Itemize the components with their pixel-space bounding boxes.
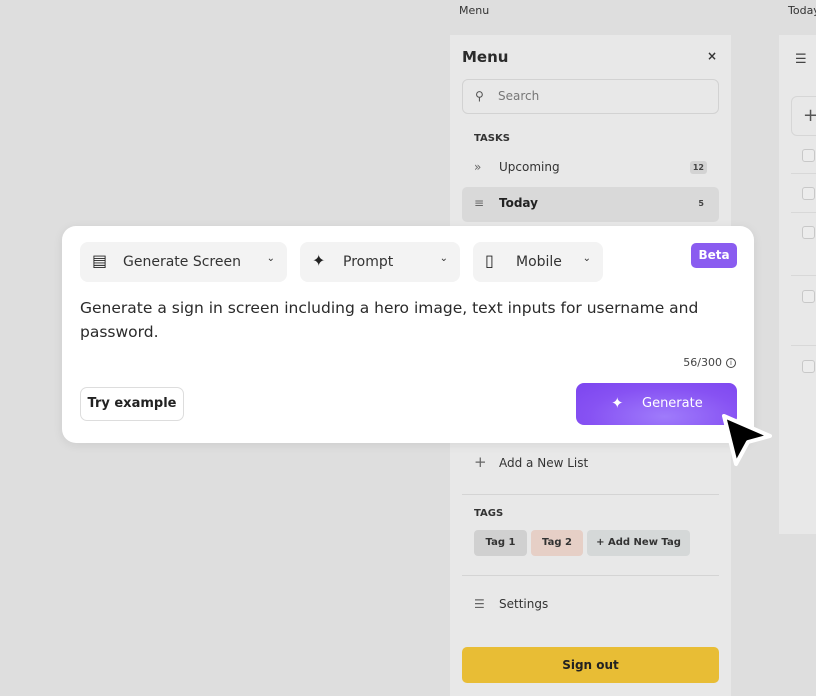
chevron-down-icon: ⌄ [439,253,448,264]
today-panel: ☰ + [779,35,816,534]
mode-dropdown[interactable]: ▤ Generate Screen ⌄ [80,242,287,282]
divider [791,173,816,174]
divider [791,212,816,213]
sparkle-icon: ✦ [611,394,624,412]
search-placeholder: Search [498,89,540,103]
frame-label-today: Today [788,4,816,17]
task-checkbox[interactable] [802,149,815,162]
char-counter: 56/300 i [683,356,736,369]
close-icon[interactable]: × [707,49,717,63]
generate-card: ▤ Generate Screen ⌄ ✦ Prompt ⌄ ▯ Mobile … [62,226,754,443]
generate-button[interactable]: ✦ Generate [576,383,737,425]
char-count: 56/300 [683,356,722,369]
tag-2[interactable]: Tag 2 [531,530,583,556]
add-new-tag-button[interactable]: + Add New Tag [587,530,690,556]
sidebar-item-today[interactable]: ≡ Today 5 [462,187,719,222]
input-type-label: Prompt [343,254,394,270]
sidebar-title: Menu [462,48,509,66]
plus-icon: + [803,105,816,126]
device-label: Mobile [516,254,562,270]
search-input[interactable]: ⚲ Search [462,79,719,114]
task-checkbox[interactable] [802,187,815,200]
count-badge: 12 [689,161,707,174]
sign-out-button[interactable]: Sign out [462,647,719,683]
frame-label-menu: Menu [459,4,490,17]
mouse-cursor-icon [722,414,772,466]
tags-heading: TAGS [474,508,504,519]
mobile-device-icon: ▯ [485,251,494,270]
double-chevron-right-icon: » [474,160,482,174]
task-checkbox[interactable] [802,226,815,239]
chevron-down-icon: ⌄ [266,253,275,264]
sidebar-item-label: Today [499,196,538,210]
add-new-list-button[interactable]: + Add a New List [462,447,719,482]
try-example-button[interactable]: Try example [80,387,184,421]
add-list-label: Add a New List [499,456,589,470]
settings-label: Settings [499,597,549,611]
sidebar-item-upcoming[interactable]: » Upcoming 12 [462,151,719,186]
sidebar-item-label: Upcoming [499,160,560,174]
hamburger-icon[interactable]: ☰ [795,52,807,67]
sliders-icon: ☰ [474,597,485,611]
divider [462,575,719,576]
generate-label: Generate [642,396,703,411]
prompt-textarea[interactable]: Generate a sign in screen including a he… [80,296,730,344]
plus-icon: + [474,453,487,471]
input-type-dropdown[interactable]: ✦ Prompt ⌄ [300,242,460,282]
info-icon[interactable]: i [726,358,736,368]
divider [791,275,816,276]
checklist-icon: ≡ [474,196,485,210]
screen-icon: ▤ [92,251,108,270]
task-checkbox[interactable] [802,360,815,373]
sidebar-item-settings[interactable]: ☰ Settings [462,588,719,623]
divider [791,345,816,346]
chevron-down-icon: ⌄ [582,253,591,264]
tag-1[interactable]: Tag 1 [474,530,527,556]
sparkle-icon: ✦ [312,251,326,270]
mode-label: Generate Screen [123,254,241,270]
beta-badge: Beta [691,243,737,268]
device-dropdown[interactable]: ▯ Mobile ⌄ [473,242,603,282]
divider [462,494,719,495]
task-checkbox[interactable] [802,290,815,303]
search-icon: ⚲ [475,89,484,103]
count-badge: 5 [698,199,704,208]
tasks-heading: TASKS [474,133,510,144]
add-task-button[interactable]: + [791,96,816,136]
